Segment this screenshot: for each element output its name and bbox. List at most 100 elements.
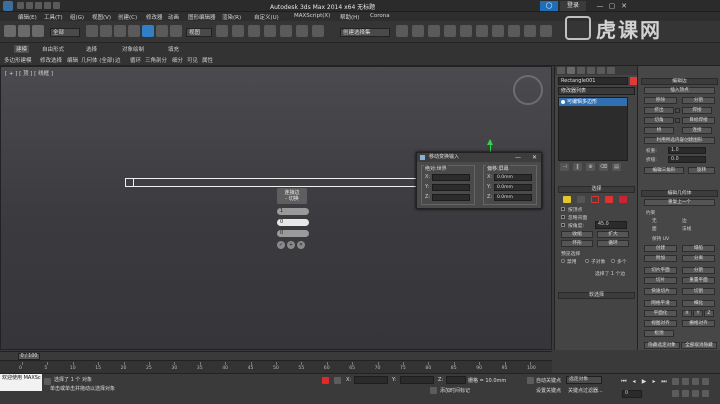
zoom-icon[interactable] bbox=[672, 378, 679, 385]
ribbon-group-subdivision[interactable]: 细分 bbox=[172, 56, 183, 64]
menu-graph-editors[interactable]: 图形编辑器 bbox=[188, 13, 216, 21]
tessellate-button[interactable]: 细化 bbox=[682, 300, 715, 307]
meshsmooth-button[interactable]: 网格平滑 bbox=[644, 300, 677, 307]
weight-field[interactable]: 1.0 bbox=[668, 147, 706, 154]
attach-button[interactable]: 附加 bbox=[644, 255, 677, 262]
add-time-tag-label[interactable]: 添加时间标记 bbox=[440, 387, 470, 394]
menu-modifiers[interactable]: 修改器 bbox=[146, 13, 163, 21]
chamfer-settings-icon[interactable] bbox=[675, 118, 680, 123]
viewport-top[interactable]: [ + ] [ 顶 ] [ 线框 ] 连接边 - 切换 1 0 0 ✓ + ✕ … bbox=[0, 66, 552, 350]
ribbon-group-tris[interactable]: 三角剖分 bbox=[145, 56, 167, 64]
render-production-icon[interactable] bbox=[540, 25, 552, 37]
minimize-button[interactable]: — bbox=[595, 1, 605, 11]
edit-named-selection-icon[interactable] bbox=[312, 25, 324, 37]
stack-item-editable-poly[interactable]: 可编辑多边形 bbox=[559, 98, 627, 106]
go-to-end-icon[interactable]: ⏭ bbox=[660, 378, 668, 385]
zoom-extents-all-icon[interactable] bbox=[702, 378, 709, 385]
menu-views[interactable]: 视图(V) bbox=[92, 13, 111, 21]
abs-z-field[interactable] bbox=[432, 194, 470, 201]
menu-rendering[interactable]: 渲染(R) bbox=[222, 13, 241, 21]
select-and-move-icon[interactable] bbox=[142, 25, 154, 37]
off-x-field[interactable]: 0.0mm bbox=[494, 174, 532, 181]
grid-align-button[interactable]: 栅格对齐 bbox=[682, 320, 715, 327]
viewport-label[interactable]: [ + ] [ 顶 ] [ 线框 ] bbox=[5, 69, 53, 77]
vertex-subobject-icon[interactable] bbox=[577, 196, 585, 203]
ribbon-tab-modeling[interactable]: 建模 bbox=[14, 45, 30, 53]
move-gizmo-y-arrow-icon[interactable] bbox=[487, 139, 493, 145]
selection-rollout-header[interactable]: 选择 bbox=[558, 186, 635, 193]
save-file-icon[interactable] bbox=[35, 2, 42, 9]
edge-subobject-icon[interactable] bbox=[563, 196, 571, 203]
abs-x-field[interactable] bbox=[432, 174, 470, 181]
off-z-field[interactable]: 0.0mm bbox=[494, 194, 532, 201]
maximize-button[interactable]: ▢ bbox=[607, 1, 617, 11]
ribbon-group-modify-selection[interactable]: 修改选择 bbox=[40, 56, 62, 64]
caddy-cancel-icon[interactable]: ✕ bbox=[297, 241, 305, 249]
edit-edges-header[interactable]: 编辑边 bbox=[641, 78, 718, 85]
polygon-subobject-icon[interactable] bbox=[605, 196, 613, 203]
select-and-rotate-icon[interactable] bbox=[156, 25, 168, 37]
ribbon-group-loops[interactable]: 循环 bbox=[130, 56, 141, 64]
remove-button[interactable]: 移除 bbox=[644, 97, 677, 104]
caddy-apply-icon[interactable]: + bbox=[287, 241, 295, 249]
snaps-toggle-icon[interactable] bbox=[248, 25, 260, 37]
maxscript-listener[interactable]: 欢迎使用 MAXSc bbox=[0, 374, 42, 391]
ribbon-group-geometry-all[interactable]: 几何体 (全部) bbox=[81, 56, 115, 64]
create-shape-button[interactable]: 利用所选内容创建图形 bbox=[644, 137, 715, 144]
dialog-titlebar[interactable]: 移动变换输入 — ✕ bbox=[417, 153, 541, 162]
soft-selection-rollout-header[interactable]: 软选择 bbox=[558, 292, 635, 299]
caddy-slide-field[interactable]: 0 bbox=[277, 230, 309, 237]
quickslice-button[interactable]: 快速切片 bbox=[644, 288, 677, 295]
show-end-result-icon[interactable]: ‖ bbox=[573, 163, 582, 171]
dialog-minimize-button[interactable]: — bbox=[515, 153, 521, 162]
turn-button[interactable]: 旋转 bbox=[688, 167, 715, 174]
configure-modifier-sets-icon[interactable]: ▤ bbox=[612, 163, 621, 171]
menu-edit[interactable]: 编辑(E) bbox=[18, 13, 37, 21]
previous-frame-icon[interactable]: ◂ bbox=[630, 378, 638, 385]
time-slider[interactable]: 0 / 100 bbox=[0, 351, 552, 360]
menu-maxscript[interactable]: MAXScript(X) bbox=[294, 13, 330, 19]
ribbon-group-edges[interactable]: 边 bbox=[115, 56, 121, 64]
time-slider-thumb[interactable]: 0 / 100 bbox=[18, 353, 40, 360]
window-crossing-icon[interactable] bbox=[128, 25, 140, 37]
chamfer-button[interactable]: 切角 bbox=[644, 117, 674, 124]
menu-animation[interactable]: 动画 bbox=[168, 13, 179, 21]
stack-item-expand-icon[interactable] bbox=[561, 100, 565, 104]
ribbon-group-visibility[interactable]: 可见 bbox=[187, 56, 198, 64]
graphite-toggle-icon[interactable] bbox=[444, 25, 456, 37]
planarize-button[interactable]: 平面化 bbox=[644, 310, 677, 317]
preserve-uvs-label[interactable]: 保持 UV bbox=[652, 236, 669, 242]
menu-help[interactable]: 帮助(H) bbox=[340, 13, 359, 21]
menu-group[interactable]: 组(G) bbox=[70, 13, 84, 21]
slice-plane-button[interactable]: 切片平面 bbox=[644, 267, 677, 274]
absolute-mode-icon[interactable] bbox=[334, 377, 341, 384]
align-icon[interactable] bbox=[412, 25, 424, 37]
3dsmax-logo-icon[interactable] bbox=[3, 1, 13, 11]
pivot-center-icon[interactable] bbox=[216, 25, 228, 37]
key-selection-dropdown[interactable]: 选定对象 bbox=[566, 376, 602, 384]
split-button[interactable]: 分割 bbox=[682, 97, 715, 104]
schematic-view-icon[interactable] bbox=[476, 25, 488, 37]
preview-multi-radio[interactable] bbox=[611, 259, 615, 263]
curve-editor-icon[interactable] bbox=[460, 25, 472, 37]
select-by-name-icon[interactable] bbox=[100, 25, 112, 37]
planarize-y-button[interactable]: Y bbox=[693, 310, 703, 317]
material-editor-icon[interactable] bbox=[492, 25, 504, 37]
play-icon[interactable]: ▶ bbox=[640, 378, 648, 385]
link-icon[interactable] bbox=[4, 25, 16, 37]
extrude-button[interactable]: 挤出 bbox=[644, 107, 674, 114]
new-file-icon[interactable] bbox=[17, 2, 24, 9]
object-left-segment[interactable] bbox=[128, 179, 134, 186]
caddy-ok-icon[interactable]: ✓ bbox=[277, 241, 285, 249]
planarize-x-button[interactable]: X bbox=[682, 310, 692, 317]
create-button[interactable]: 创建 bbox=[644, 245, 677, 252]
utilities-tab-icon[interactable] bbox=[607, 67, 615, 74]
menu-tools[interactable]: 工具(T) bbox=[44, 13, 63, 21]
keyboard-shortcut-icon[interactable] bbox=[232, 25, 244, 37]
key-filters-button[interactable]: 关键点过滤器... bbox=[568, 387, 603, 394]
field-of-view-icon[interactable] bbox=[672, 390, 679, 397]
select-object-icon[interactable] bbox=[86, 25, 98, 37]
next-frame-icon[interactable]: ▸ bbox=[650, 378, 658, 385]
set-key-label[interactable]: 设置关键点 bbox=[536, 387, 561, 394]
x-coord-field[interactable] bbox=[354, 376, 388, 384]
